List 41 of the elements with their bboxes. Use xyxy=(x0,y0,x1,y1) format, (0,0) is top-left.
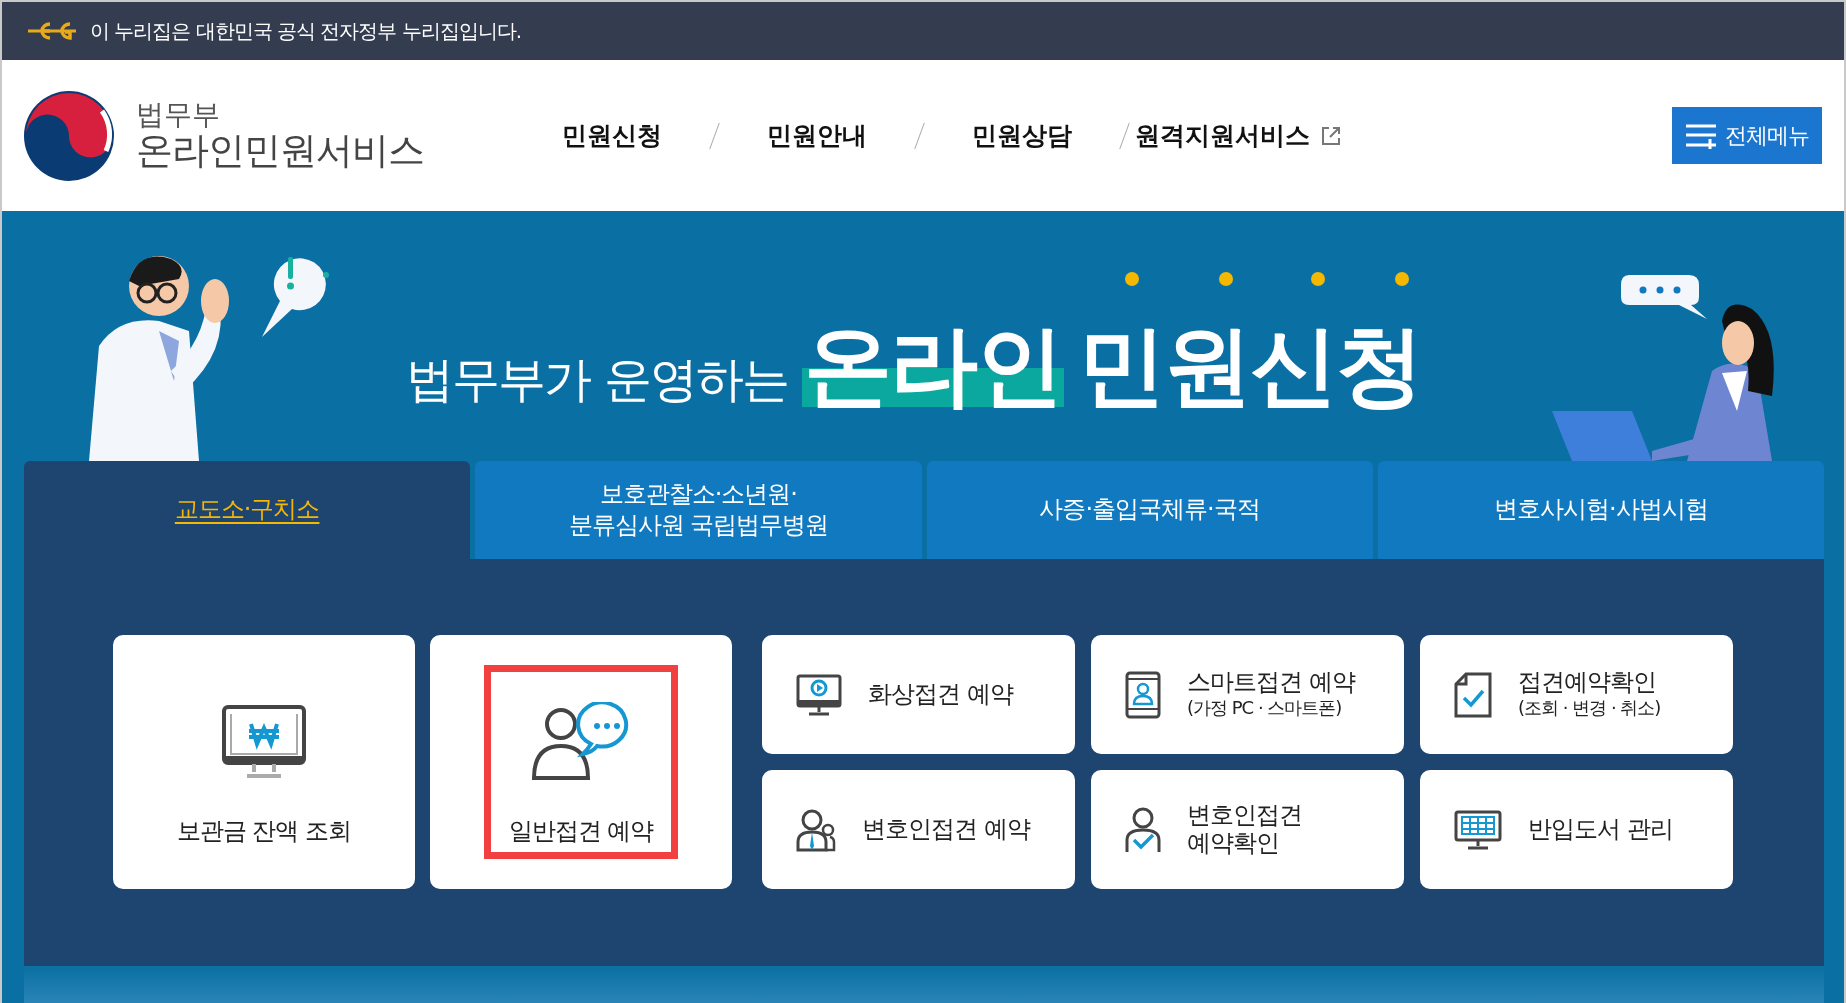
service-name: 온라인민원서비스 xyxy=(136,130,424,172)
service-card[interactable]: 반입도서 관리 xyxy=(1420,770,1733,889)
category-tab[interactable]: 교도소·구치소 xyxy=(24,461,471,559)
category-tab[interactable]: 변호사시험·사법시험 xyxy=(1377,461,1824,559)
card-sublabel: (가정 PC · 스마트폰) xyxy=(1187,696,1343,721)
service-card[interactable]: 일반접견 예약 xyxy=(430,635,732,889)
hero-subtitle: 법무부가 운영하는 xyxy=(406,349,788,409)
nav-link[interactable]: 원격지원서비스 xyxy=(1135,119,1342,152)
card-label: 접견예약확인 xyxy=(1518,668,1657,697)
card-label: 일반접견 예약 xyxy=(508,818,654,846)
card-label: 스마트접견 예약 xyxy=(1187,668,1355,697)
card-label: 변호인접견 예약 xyxy=(862,815,1030,844)
category-tab[interactable]: 사증·출입국체류·국적 xyxy=(926,461,1373,559)
menu-icon xyxy=(1685,122,1717,149)
document-check-icon xyxy=(1454,671,1492,718)
hero-title: 민원신청 xyxy=(1077,317,1422,415)
person-check-icon xyxy=(1125,805,1161,854)
taegeuk-logo-icon xyxy=(22,88,116,183)
service-card[interactable]: 접견예약확인 (조회 · 변경 · 취소) xyxy=(1420,635,1733,754)
card-label: 화상접견 예약 xyxy=(868,680,1013,709)
service-card[interactable]: 화상접견 예약 xyxy=(762,635,1075,754)
category-tab[interactable]: 보호관찰소·소년원· 분류심사원 국립법무병원 xyxy=(475,461,922,559)
ministry-name: 법무부 xyxy=(136,99,221,131)
monitor-play-icon xyxy=(796,673,842,716)
monitor-books-icon xyxy=(1454,809,1502,850)
lawyer-icon xyxy=(796,807,836,852)
service-card[interactable]: 스마트접견 예약 (가정 PC · 스마트폰) xyxy=(1091,635,1404,754)
nav-link[interactable]: 민원안내 xyxy=(767,119,867,152)
tablet-person-icon xyxy=(1125,670,1161,719)
card-label: 변호인접견 예약확인 xyxy=(1187,801,1302,858)
card-sublabel: (조회 · 변경 · 취소) xyxy=(1518,696,1661,721)
card-label: 반입도서 관리 xyxy=(1528,815,1673,844)
service-card[interactable]: 변호인접견 예약 xyxy=(762,770,1075,889)
person-chat-icon xyxy=(531,702,631,783)
service-card[interactable]: 변호인접견 예약확인 xyxy=(1091,770,1404,889)
full-menu-button[interactable]: 전체메뉴 xyxy=(1672,107,1822,164)
notice-text: 이 누리집은 대한민국 공식 전자정부 누리집입니다. xyxy=(90,17,522,45)
nav-link[interactable]: 민원상담 xyxy=(972,119,1072,152)
card-label: 보관금 잔액 조회 xyxy=(176,818,352,846)
nav-link[interactable]: 민원신청 xyxy=(562,119,662,152)
service-card[interactable]: 보관금 잔액 조회 xyxy=(113,635,415,889)
